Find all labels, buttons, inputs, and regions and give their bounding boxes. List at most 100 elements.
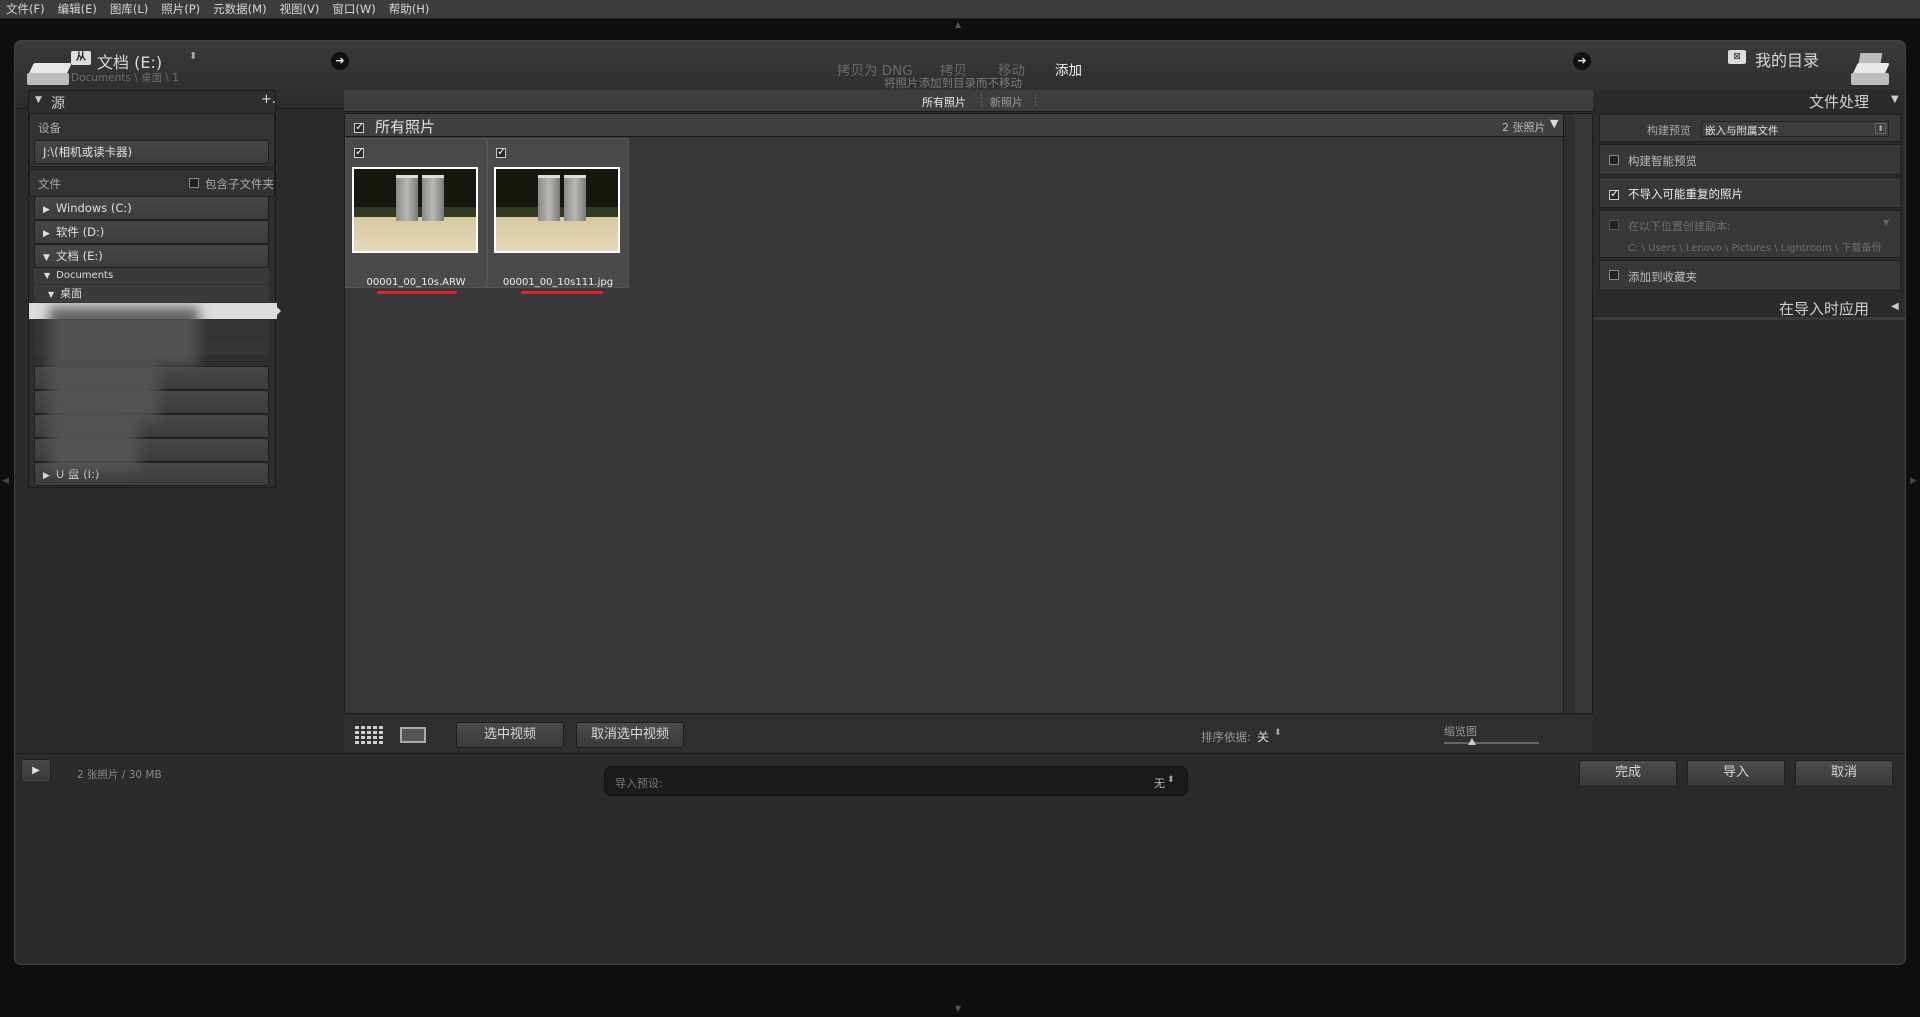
menu-view[interactable]: 视图(V) — [280, 1, 320, 17]
collapse-bottom-arrow[interactable]: ▼ — [955, 1004, 961, 1013]
menu-photo[interactable]: 照片(P) — [161, 1, 200, 17]
tab-divider: ┊ — [978, 93, 986, 107]
collapse-top-arrow[interactable]: ▲ — [955, 20, 961, 29]
device-card-reader[interactable]: J:\(相机或读卡器) — [34, 140, 269, 164]
mode-subtitle: 将照片添加到目录而不移动 — [884, 76, 1022, 90]
photo-checkbox[interactable] — [354, 145, 364, 158]
menu-library[interactable]: 图库(L) — [110, 1, 148, 17]
expand-triangle-icon: ▶ — [43, 471, 50, 481]
file-handling-header[interactable]: 文件处理 ▼ — [1594, 90, 1905, 112]
thumbnail-size-slider-handle[interactable] — [1468, 738, 1476, 745]
sort-label: 排序依据: — [1201, 730, 1251, 744]
import-preset-bar[interactable]: 导入预设: 无 ⬍ — [604, 766, 1188, 796]
thumbnail-size-slider[interactable] — [1444, 742, 1539, 744]
menu-help[interactable]: 帮助(H) — [389, 1, 430, 17]
drive-windows-c[interactable]: ▶ Windows (C:) — [34, 196, 269, 220]
grid-toolbar: 选中视频 取消选中视频 排序依据: 关 ⬍ 缩览图 — [344, 715, 1593, 752]
file-handling-panel: 文件处理 ▼ 构建预览 嵌入与附属文件 ⬍ 构建智能预览 不导入可能重复的照片 … — [1594, 90, 1905, 755]
redacted-area — [49, 307, 199, 367]
add-to-collection-checkbox[interactable] — [1609, 270, 1619, 280]
include-subfolders-label[interactable]: 包含子文件夹 — [205, 176, 274, 192]
source-arrow-icon[interactable]: ➜ — [331, 52, 349, 70]
menu-file[interactable]: 文件(F) — [6, 1, 45, 17]
folder-documents[interactable]: ▼ Documents — [34, 268, 269, 284]
sort-value-select[interactable]: 关 — [1257, 728, 1269, 745]
menu-edit[interactable]: 编辑(E) — [58, 1, 97, 17]
build-preview-select[interactable]: 嵌入与附属文件 ⬍ — [1701, 121, 1889, 137]
expand-left-triangle-icon: ◀ — [1891, 301, 1899, 312]
second-copy-dropdown-icon[interactable]: ▼ — [1883, 218, 1889, 227]
source-panel: ▼ 源 +. 设备 J:\(相机或读卡器) 文件 包含子文件夹 ▶ Windows… — [28, 90, 281, 488]
second-copy-checkbox[interactable] — [1609, 220, 1619, 230]
drive-documents-e[interactable]: ▼ 文档 (E:) — [34, 244, 269, 268]
collapse-triangle-icon: ▼ — [35, 95, 42, 105]
import-button[interactable]: 导入 — [1687, 760, 1785, 787]
photo-cell[interactable]: 00001_00_10s111.jpg — [487, 138, 629, 288]
import-preset-dropdown-icon[interactable]: ⬍ — [1167, 775, 1175, 785]
annotation-underline — [377, 291, 457, 294]
files-label: 文件 — [38, 177, 61, 191]
drive-software-d[interactable]: ▶ 软件 (D:) — [34, 220, 269, 244]
cancel-button[interactable]: 取消 — [1795, 760, 1893, 787]
source-panel-title: 源 — [51, 96, 65, 112]
devices-label: 设备 — [38, 121, 61, 135]
import-summary: 2 张照片 / 30 MB — [77, 769, 162, 781]
tab-all-photos[interactable]: 所有照片 — [922, 94, 966, 110]
include-subfolders-checkbox[interactable] — [189, 178, 199, 188]
photo-thumbnail[interactable] — [352, 167, 478, 253]
grid-header-title: 所有照片 — [375, 118, 436, 136]
photo-checkbox[interactable] — [496, 145, 506, 158]
grid-area: 所有照片 2 张照片 ▼ 00001_00_10s.ARW 00001_00_1… — [344, 113, 1593, 714]
loupe-view-icon[interactable] — [400, 727, 426, 743]
select-all-checkbox[interactable] — [354, 120, 364, 133]
menu-metadata[interactable]: 元数据(M) — [213, 1, 266, 17]
add-to-collection-label[interactable]: 添加到收藏夹 — [1628, 269, 1697, 285]
source-dropdown-icon[interactable]: ⬍ — [189, 51, 197, 62]
grid-scrollbar[interactable] — [1563, 114, 1575, 713]
drive-label: 软件 (D:) — [55, 225, 105, 239]
grid-tabs-bar: 所有照片 ┊ 新照片 ┊ — [344, 90, 1593, 112]
smart-preview-row: 构建智能预览 — [1599, 144, 1901, 175]
dont-import-dupes-checkbox[interactable] — [1609, 187, 1619, 200]
second-copy-label[interactable]: 在以下位置创建副本: — [1628, 218, 1731, 234]
photo-cell[interactable]: 00001_00_10s.ARW — [345, 138, 487, 288]
expand-triangle-icon: ▶ — [43, 229, 50, 239]
grid-options-triangle-icon[interactable]: ▼ — [1550, 117, 1558, 130]
mode-add[interactable]: 添加 — [1055, 59, 1082, 79]
thumbnail-size-label: 缩览图 — [1444, 725, 1477, 738]
expand-footer-button[interactable]: ▶ — [21, 759, 51, 783]
sort-dropdown-icon[interactable]: ⬍ — [1274, 728, 1282, 738]
import-preset-value[interactable]: 无 — [1154, 775, 1165, 791]
source-panel-header[interactable]: ▼ 源 +. — [29, 91, 276, 113]
tab-new-photos[interactable]: 新照片 — [990, 94, 1023, 110]
build-previews-row: 构建预览 嵌入与附属文件 ⬍ — [1599, 114, 1901, 142]
add-source-icon[interactable]: +. — [261, 92, 276, 107]
destination-arrow-icon[interactable]: ➜ — [1573, 52, 1591, 70]
source-path: Documents \ 桌面 \ 1 — [71, 72, 179, 84]
check-all-button[interactable]: 选中视频 — [456, 722, 564, 748]
annotation-underline — [521, 291, 603, 294]
menu-window[interactable]: 窗口(W) — [332, 1, 375, 17]
folder-desktop[interactable]: ▼ 桌面 — [34, 285, 269, 302]
dont-import-dupes-label[interactable]: 不导入可能重复的照片 — [1628, 186, 1743, 202]
expand-triangle-icon: ▶ — [43, 205, 50, 215]
folder-label: Documents — [56, 270, 114, 281]
uncheck-all-button[interactable]: 取消选中视频 — [576, 722, 684, 748]
grid-view-icon[interactable] — [355, 726, 383, 744]
source-drive-icon[interactable] — [27, 63, 73, 89]
apply-during-import-header[interactable]: 在导入时应用 ◀ — [1594, 296, 1905, 320]
import-preset-label: 导入预设: — [615, 777, 663, 790]
second-copy-path: C: \ Users \ Lenovo \ Pictures \ Lightro… — [1628, 243, 1882, 254]
collapse-left-arrow[interactable]: ◀ — [2, 476, 9, 486]
redacted-area — [49, 361, 159, 421]
dont-import-dupes-row: 不导入可能重复的照片 — [1599, 177, 1901, 208]
photo-filename: 00001_00_10s.ARW — [366, 277, 466, 288]
done-button[interactable]: 完成 — [1579, 760, 1677, 787]
photo-thumbnail[interactable] — [494, 167, 620, 253]
smart-preview-label[interactable]: 构建智能预览 — [1628, 153, 1697, 169]
collapse-right-arrow[interactable]: ▶ — [1910, 476, 1917, 486]
photo-filename: 00001_00_10s111.jpg — [502, 277, 614, 288]
build-preview-label: 构建预览 — [1647, 124, 1691, 137]
drive-label: 文档 (E:) — [55, 249, 103, 263]
smart-preview-checkbox[interactable] — [1609, 155, 1619, 165]
